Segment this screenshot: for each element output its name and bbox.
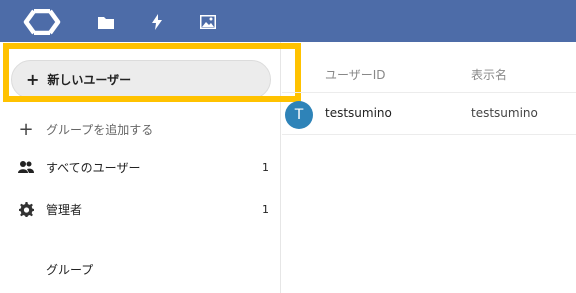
column-header-display-name[interactable]: 表示名	[471, 66, 507, 83]
user-id-cell: testsumino	[325, 106, 392, 120]
sidebar-item-label: すべてのユーザー	[46, 160, 141, 175]
add-group-button[interactable]: + グループを追加する	[0, 117, 281, 141]
sidebar-item-label: 管理者	[46, 202, 83, 217]
user-count-badge: 1	[262, 160, 269, 174]
users-icon	[18, 159, 34, 175]
admin-count-badge: 1	[262, 202, 269, 216]
user-table: ユーザーID 表示名 T testsumino testsumino	[282, 42, 576, 293]
avatar: T	[285, 101, 313, 129]
column-header-user-id[interactable]: ユーザーID	[325, 66, 386, 83]
gear-icon	[18, 201, 34, 217]
sidebar: + 新しいユーザー + グループを追加する すべてのユーザー 1 管理者 1 グ…	[0, 42, 281, 293]
table-row[interactable]: T testsumino testsumino	[282, 92, 576, 135]
lightning-icon[interactable]	[148, 14, 166, 30]
sidebar-item-all-users[interactable]: すべてのユーザー 1	[0, 155, 281, 179]
folder-icon[interactable]	[97, 14, 115, 30]
plus-icon: +	[18, 118, 34, 140]
new-user-label: 新しいユーザー	[47, 73, 132, 87]
plus-icon: +	[26, 70, 40, 89]
display-name-cell[interactable]: testsumino	[471, 106, 538, 120]
image-icon[interactable]	[199, 14, 217, 30]
nextcloud-logo-icon[interactable]	[22, 8, 62, 36]
new-user-button[interactable]: + 新しいユーザー	[11, 60, 271, 99]
top-header	[0, 0, 576, 42]
add-group-label: グループを追加する	[46, 122, 154, 137]
sidebar-item-admins[interactable]: 管理者 1	[0, 197, 281, 221]
groups-section-header: グループ	[46, 263, 94, 277]
